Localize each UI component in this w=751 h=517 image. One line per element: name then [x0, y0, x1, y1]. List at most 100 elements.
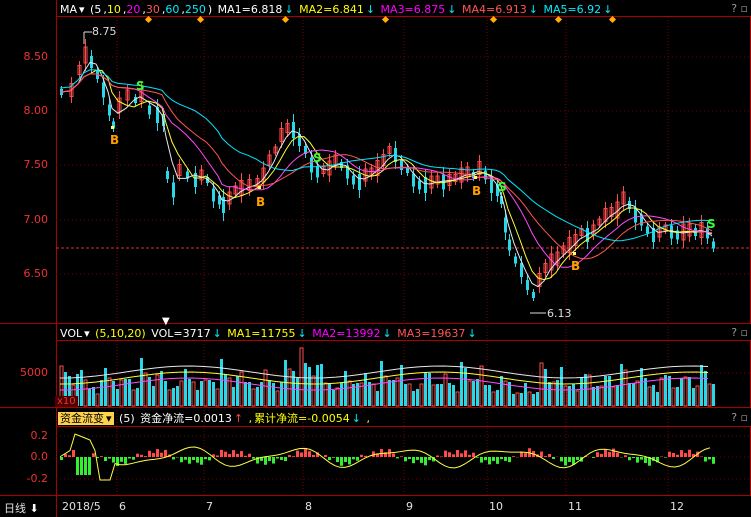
- volume-bar: [80, 370, 83, 406]
- fund-bar: [444, 450, 447, 457]
- volume-bar: [484, 385, 487, 406]
- fund-bar: [628, 457, 631, 461]
- volume-bar: [275, 390, 280, 407]
- volume-bar: [116, 389, 119, 406]
- volume-header: VOL ▾ (5,10,20) VOL=3717 ↓ MA1=11755 ↓ MA2=…: [60, 326, 479, 342]
- fund-ytick: 0.2: [30, 429, 49, 442]
- volume-bar: [700, 365, 703, 406]
- candle-body: [212, 188, 215, 202]
- volume-bar: [248, 382, 251, 406]
- close-icon: ▫: [740, 2, 748, 15]
- fund-bar: [560, 457, 563, 462]
- volume-bar: [692, 388, 695, 406]
- arrow-down-icon: ↓: [382, 327, 392, 340]
- ma-line: [59, 73, 713, 268]
- fund-ytick: 0.0: [30, 450, 49, 463]
- fund-bar: [308, 451, 311, 457]
- fund-bar: [204, 457, 207, 460]
- volume-bar: [707, 383, 712, 407]
- volume-bar: [196, 390, 199, 406]
- fund-bar: [564, 457, 567, 466]
- fund-bar: [568, 457, 571, 462]
- fund-bar: [216, 455, 219, 457]
- fund-bar: [496, 457, 499, 464]
- volume-bar: [272, 383, 275, 406]
- volume-bar: [232, 387, 235, 406]
- fund-bar: [668, 451, 671, 457]
- volume-bar: [148, 377, 151, 406]
- volume-bars: [59, 347, 715, 407]
- vol-params: (5,10,20): [95, 327, 146, 340]
- fund-bar: [492, 457, 495, 461]
- volume-bar: [227, 377, 232, 407]
- fund-bar: [508, 457, 511, 463]
- ma-lines: [59, 61, 713, 288]
- volume-bar: [167, 389, 172, 407]
- fund-bar: [248, 453, 251, 457]
- volume-bar: [203, 379, 208, 407]
- x-tick: 8: [305, 500, 312, 513]
- fund-bar: [352, 457, 355, 460]
- candle-body: [424, 177, 427, 193]
- volume-bar: [676, 387, 679, 406]
- volume-bar: [95, 393, 100, 407]
- fund-bar: [704, 457, 707, 462]
- fund-bar: [312, 454, 315, 457]
- volume-bar: [616, 385, 619, 406]
- volume-bar: [424, 372, 427, 406]
- candle-body: [316, 166, 319, 178]
- volume-bar: [347, 380, 352, 407]
- volume-bar: [179, 380, 184, 407]
- volume-bar: [548, 382, 551, 406]
- fund-bar: [88, 457, 91, 475]
- volume-bar: [131, 389, 136, 407]
- volume-bar: [83, 379, 88, 407]
- fund-bar: [596, 452, 599, 457]
- candle-body: [514, 256, 517, 264]
- volume-bar: [599, 385, 604, 407]
- candle-body: [292, 122, 295, 138]
- event-markers[interactable]: [144, 15, 617, 24]
- fund-bar: [396, 457, 399, 459]
- volume-bar: [455, 391, 460, 407]
- volume-bar: [539, 362, 544, 407]
- fund-help-button[interactable]: ? ▫: [731, 411, 748, 424]
- fund-net-value: 资金净流=0.0013: [140, 412, 232, 425]
- volume-bar: [580, 377, 583, 406]
- arrow-down-icon: ⬇: [29, 502, 39, 515]
- volume-bar: [124, 379, 127, 406]
- fund-bar: [272, 457, 275, 464]
- volume-bar: [695, 385, 700, 407]
- price-help-button[interactable]: ? ▫: [731, 2, 748, 15]
- fund-bars: [59, 433, 715, 481]
- volume-bar: [328, 383, 331, 406]
- candle-body: [418, 180, 421, 190]
- fund-indicator-button[interactable]: 资金流变 ▾: [58, 412, 114, 425]
- volume-help-button[interactable]: ? ▫: [731, 326, 748, 339]
- fund-bar: [172, 457, 175, 460]
- fund-bar: [68, 455, 71, 457]
- fund-cum-value: 累计净流=-0.0054: [254, 412, 350, 425]
- ma-line: [59, 61, 713, 288]
- fund-bar: [148, 450, 151, 457]
- volume-bar: [119, 379, 124, 407]
- volume-bar: [431, 384, 436, 407]
- fund-bar: [504, 457, 507, 461]
- vol-ma1: MA1=11755: [227, 327, 296, 340]
- fund-bar: [672, 452, 675, 457]
- volume-bar: [572, 384, 575, 406]
- period-selector[interactable]: 日线 ⬇: [4, 500, 39, 516]
- fund-bar: [84, 457, 87, 475]
- fund-bar: [220, 449, 223, 457]
- fund-bar: [296, 450, 299, 457]
- volume-bar: [340, 383, 343, 406]
- fund-bar: [524, 453, 527, 457]
- candle-body: [400, 160, 403, 170]
- fund-bar: [136, 453, 139, 457]
- volume-bar: [304, 363, 307, 406]
- fund-bar: [112, 457, 115, 463]
- fund-bar: [480, 457, 483, 463]
- fund-bar: [604, 449, 607, 457]
- volume-bar: [400, 365, 403, 406]
- vol-indicator-button[interactable]: VOL ▾: [60, 327, 90, 340]
